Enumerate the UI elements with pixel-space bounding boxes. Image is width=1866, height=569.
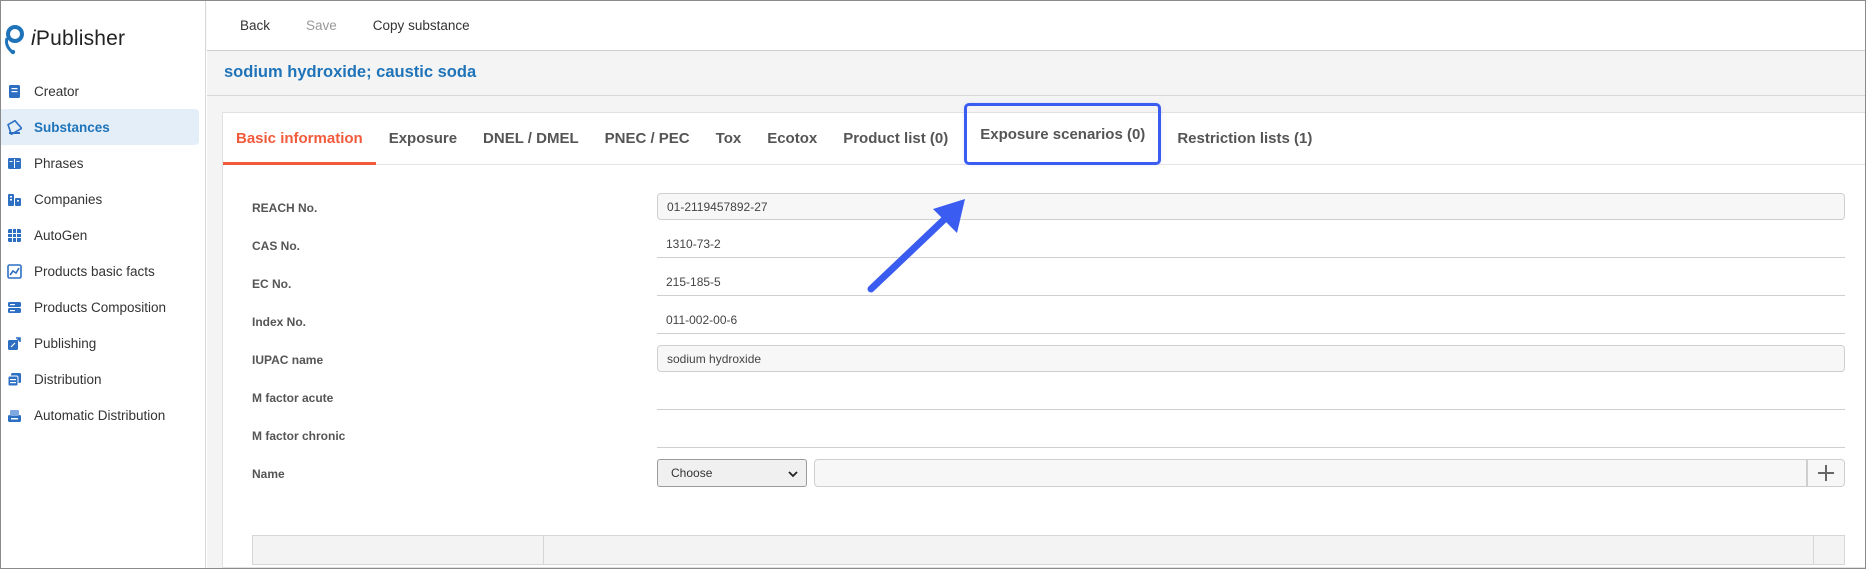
m-factor-acute-field[interactable] — [657, 383, 1845, 410]
form-row-ec: EC No. 215-185-5 — [223, 269, 1865, 299]
index-number-field[interactable]: 011-002-00-6 — [657, 307, 1845, 334]
save-button[interactable]: Save — [306, 18, 337, 33]
sidebar-item-label: Automatic Distribution — [34, 407, 166, 423]
form-row-reach: REACH No. 01-2119457892-27 — [223, 193, 1865, 223]
grid-icon — [7, 228, 22, 243]
name-input[interactable] — [814, 459, 1807, 487]
top-toolbar: Back Save Copy substance — [207, 1, 1865, 51]
sidebar-item-products-basic-facts[interactable]: Products basic facts — [1, 253, 199, 289]
form-row-iupac: IUPAC name sodium hydroxide — [223, 345, 1865, 375]
layers-icon — [7, 300, 22, 315]
chevron-down-icon — [788, 471, 798, 478]
add-name-button[interactable] — [1807, 459, 1845, 487]
sidebar-item-label: AutoGen — [34, 227, 88, 243]
name-type-select[interactable]: Choose — [657, 459, 807, 487]
logo-name: Publisher — [35, 27, 126, 50]
sidebar-item-label: Products Composition — [34, 299, 167, 315]
tab-exposure-scenarios[interactable]: Exposure scenarios (0) — [964, 103, 1162, 165]
sidebar-item-label: Phrases — [34, 155, 84, 171]
logo-icon — [5, 25, 24, 55]
sidebar-item-products-composition[interactable]: Products Composition — [1, 289, 199, 325]
select-value: Choose — [671, 466, 713, 480]
sidebar-item-label: Publishing — [34, 335, 97, 351]
sidebar-item-creator[interactable]: Creator — [1, 73, 199, 109]
sidebar-item-substances[interactable]: Substances — [1, 109, 199, 145]
plus-icon — [1818, 465, 1834, 481]
main-content: sodium hydroxide; caustic soda Basic inf… — [207, 52, 1865, 568]
ec-label: EC No. — [252, 277, 292, 291]
form-row-name: Name Choose — [223, 459, 1865, 489]
m-factor-acute-label: M factor acute — [252, 391, 334, 405]
tab-product-list[interactable]: Product list (0) — [830, 112, 961, 164]
app-logo[interactable]: iPublisher — [3, 23, 125, 55]
iupac-name-field[interactable]: sodium hydroxide — [657, 345, 1845, 372]
back-button[interactable]: Back — [240, 18, 270, 33]
cas-number-field[interactable]: 1310-73-2 — [657, 231, 1845, 258]
chart-icon — [7, 263, 22, 279]
form-row-m-chronic: M factor chronic — [223, 421, 1865, 451]
tab-bar: Basic information Exposure DNEL / DMEL P… — [223, 103, 1865, 165]
document-icon — [7, 84, 22, 99]
sidebar-item-label: Companies — [34, 191, 103, 207]
sidebar-item-label: Substances — [34, 119, 110, 135]
tab-pnec-pec[interactable]: PNEC / PEC — [592, 112, 703, 164]
sidebar-nav: Creator Substances Phrases Companies Aut… — [1, 73, 206, 433]
m-factor-chronic-label: M factor chronic — [252, 429, 346, 443]
sidebar-item-automatic-distribution[interactable]: Automatic Distribution — [1, 397, 199, 433]
copy-substance-button[interactable]: Copy substance — [373, 18, 470, 33]
column-divider — [543, 536, 544, 564]
share-icon — [7, 336, 22, 351]
sidebar-item-label: Creator — [34, 83, 80, 99]
sidebar-item-label: Products basic facts — [34, 263, 155, 279]
m-factor-chronic-field[interactable] — [657, 421, 1845, 448]
sidebar-item-label: Distribution — [34, 371, 102, 387]
building-icon — [7, 192, 22, 207]
tab-tox[interactable]: Tox — [703, 112, 755, 164]
sidebar-item-autogen[interactable]: AutoGen — [1, 217, 199, 253]
sidebar-item-publishing[interactable]: Publishing — [1, 325, 199, 361]
page-title: sodium hydroxide; caustic soda — [224, 63, 477, 81]
tab-restriction-lists[interactable]: Restriction lists (1) — [1164, 112, 1325, 164]
sidebar-item-distribution[interactable]: Distribution — [1, 361, 199, 397]
sidebar-item-phrases[interactable]: Phrases — [1, 145, 199, 181]
form-row-cas: CAS No. 1310-73-2 — [223, 231, 1865, 261]
form-row-m-acute: M factor acute — [223, 383, 1865, 413]
iupac-label: IUPAC name — [252, 353, 324, 367]
substance-card: Basic information Exposure DNEL / DMEL P… — [222, 103, 1865, 568]
app-window: iPublisher Creator Substances Phrases Co… — [0, 0, 1866, 569]
flask-icon — [7, 119, 22, 135]
book-icon — [7, 156, 22, 171]
reach-label: REACH No. — [252, 201, 318, 215]
copy-icon — [7, 372, 22, 387]
form-row-index: Index No. 011-002-00-6 — [223, 307, 1865, 337]
tab-dnel-dmel[interactable]: DNEL / DMEL — [470, 112, 592, 164]
cas-label: CAS No. — [252, 239, 300, 253]
column-divider — [1813, 536, 1814, 564]
index-label: Index No. — [252, 315, 307, 329]
names-table-header — [252, 535, 1845, 565]
tab-exposure[interactable]: Exposure — [376, 112, 470, 164]
sidebar-item-companies[interactable]: Companies — [1, 181, 199, 217]
reach-number-field[interactable]: 01-2119457892-27 — [657, 193, 1845, 220]
divider — [207, 95, 1865, 96]
sidebar: iPublisher Creator Substances Phrases Co… — [1, 1, 206, 568]
tab-ecotox[interactable]: Ecotox — [754, 112, 830, 164]
name-label: Name — [252, 467, 285, 481]
ec-number-field[interactable]: 215-185-5 — [657, 269, 1845, 296]
tray-icon — [7, 408, 22, 423]
tab-basic-information[interactable]: Basic information — [223, 112, 376, 165]
